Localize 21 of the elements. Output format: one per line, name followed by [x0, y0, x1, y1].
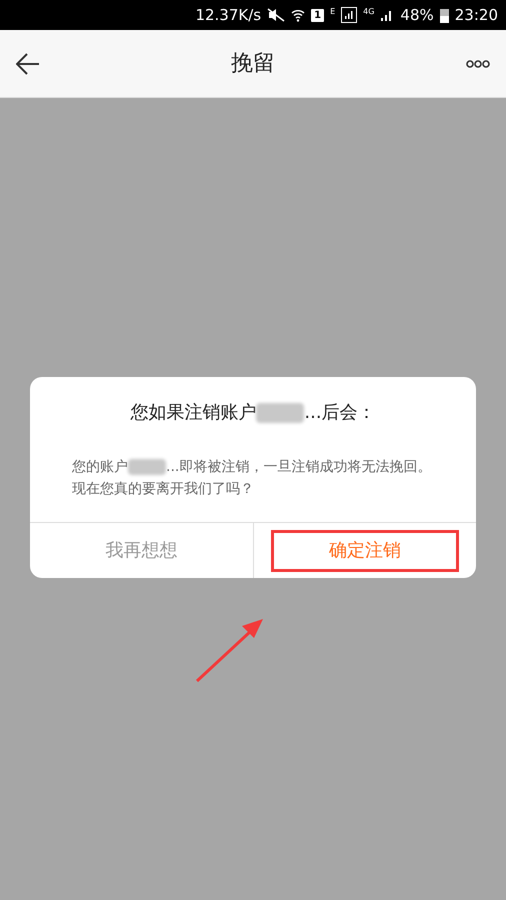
dialog-message: 您的账户 ...即将被注销，一旦注销成功将无法挽回。	[72, 458, 432, 477]
page-title: 挽留	[231, 50, 275, 78]
clock: 23:20	[454, 4, 498, 26]
back-arrow-icon[interactable]	[16, 52, 40, 74]
redacted-blur	[128, 459, 166, 475]
sim-badge: 1	[311, 8, 324, 22]
signal-icon	[341, 7, 358, 23]
more-icon[interactable]	[466, 58, 490, 68]
mute-icon	[267, 8, 286, 22]
battery-percent: 48%	[400, 4, 434, 26]
network-label: E	[330, 6, 336, 18]
cancel-button[interactable]: 我再想想	[47, 530, 236, 572]
dialog-question: 现在您真的要离开我们了吗？	[72, 480, 255, 499]
network-speed: 12.37K/s	[195, 4, 262, 26]
network-label: 4G	[363, 6, 374, 18]
wifi-icon	[291, 8, 306, 22]
annotation-arrow	[194, 616, 266, 684]
dialog-title: 您如果注销账户 ...后会：	[129, 401, 377, 425]
battery-icon	[440, 8, 449, 22]
redacted-blur	[256, 403, 304, 423]
confirm-button[interactable]: 确定注销	[270, 530, 459, 572]
